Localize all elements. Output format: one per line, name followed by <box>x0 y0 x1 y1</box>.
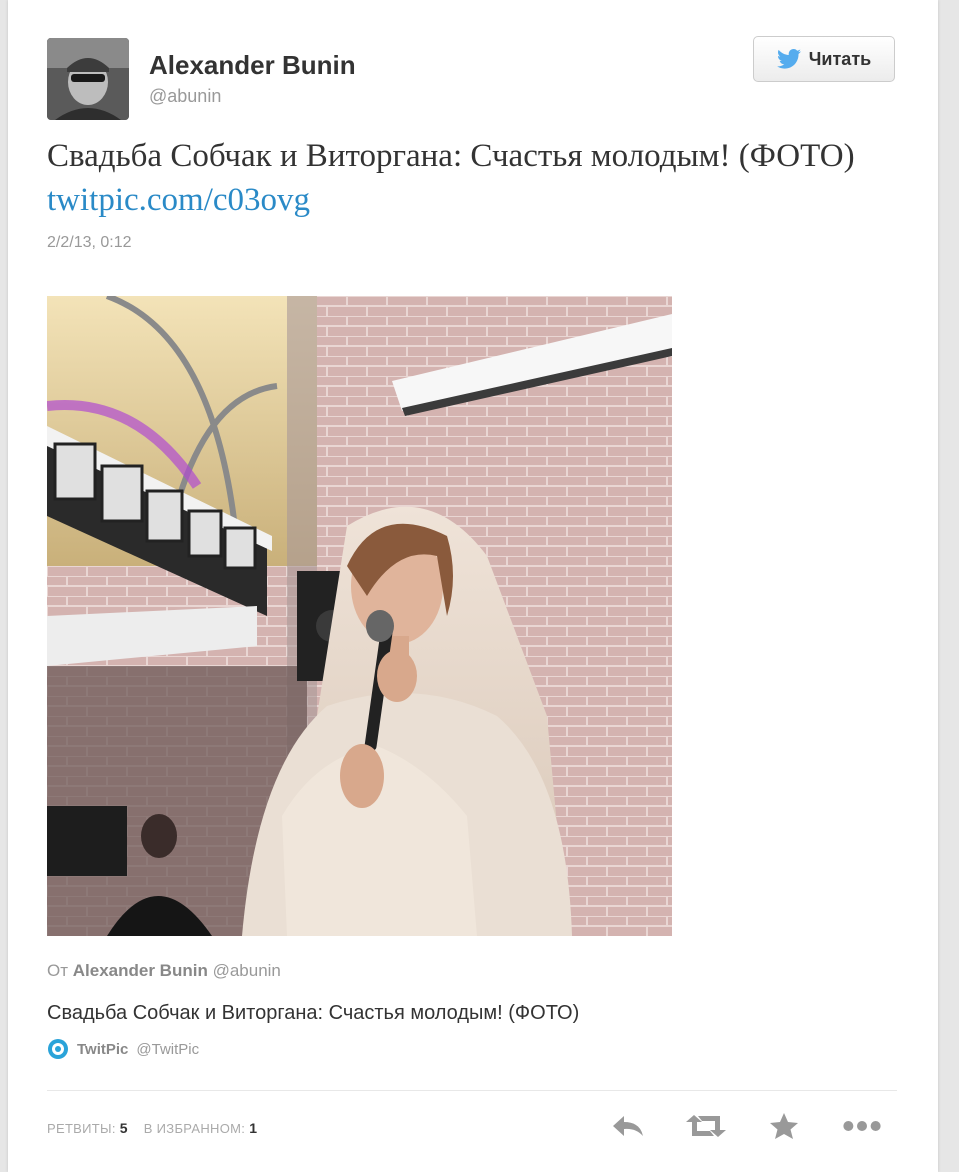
attribution-name[interactable]: Alexander Bunin <box>73 961 208 980</box>
attribution-prefix: От <box>47 961 69 980</box>
favorite-button[interactable] <box>764 1106 804 1146</box>
tweet-photo[interactable] <box>47 296 672 936</box>
retweet-button[interactable] <box>686 1106 726 1146</box>
display-name[interactable]: Alexander Bunin <box>149 50 356 81</box>
avatar[interactable] <box>47 38 129 120</box>
more-button[interactable] <box>842 1106 882 1146</box>
user-handle[interactable]: @abunin <box>149 86 221 107</box>
tweet-actions <box>608 1106 882 1146</box>
follow-button[interactable]: Читать <box>753 36 895 82</box>
media-attribution: От Alexander Bunin @abunin <box>47 961 281 981</box>
favorite-icon <box>770 1113 798 1139</box>
source-name: TwitPic <box>77 1040 129 1058</box>
more-icon <box>843 1121 881 1131</box>
twitter-bird-icon <box>776 49 801 69</box>
media-card-title[interactable]: Свадьба Собчак и Виторгана: Счастья моло… <box>47 1002 579 1025</box>
attribution-handle[interactable]: @abunin <box>213 961 281 980</box>
divider <box>47 1090 897 1091</box>
source-handle: @TwitPic <box>136 1040 200 1058</box>
tweet-stats: РЕТВИТЫ: 5 В ИЗБРАННОМ: 1 <box>47 1120 269 1136</box>
tweet-card: Alexander Bunin @abunin Читать Свадьба С… <box>8 0 938 1172</box>
twitpic-icon <box>48 1039 68 1059</box>
tweet-body: Свадьба Собчак и Виторгана: Счастья моло… <box>47 138 855 174</box>
tweet-timestamp[interactable]: 2/2/13, 0:12 <box>47 234 132 252</box>
retweets-count[interactable]: 5 <box>120 1120 128 1136</box>
avatar-image <box>47 38 129 120</box>
retweet-icon <box>686 1115 726 1137</box>
favorites-label: В ИЗБРАННОМ: <box>143 1121 246 1136</box>
tweet-text: Свадьба Собчак и Виторгана: Счастья моло… <box>47 134 907 222</box>
wedding-photo <box>47 296 672 936</box>
reply-icon <box>613 1116 643 1136</box>
tweet-link[interactable]: twitpic.com/c03ovg <box>47 182 310 218</box>
retweets-label: РЕТВИТЫ: <box>47 1121 116 1136</box>
follow-button-label: Читать <box>808 48 872 69</box>
reply-button[interactable] <box>608 1106 648 1146</box>
favorites-count[interactable]: 1 <box>249 1120 257 1136</box>
media-source[interactable]: TwitPic @TwitPic <box>47 1038 199 1060</box>
